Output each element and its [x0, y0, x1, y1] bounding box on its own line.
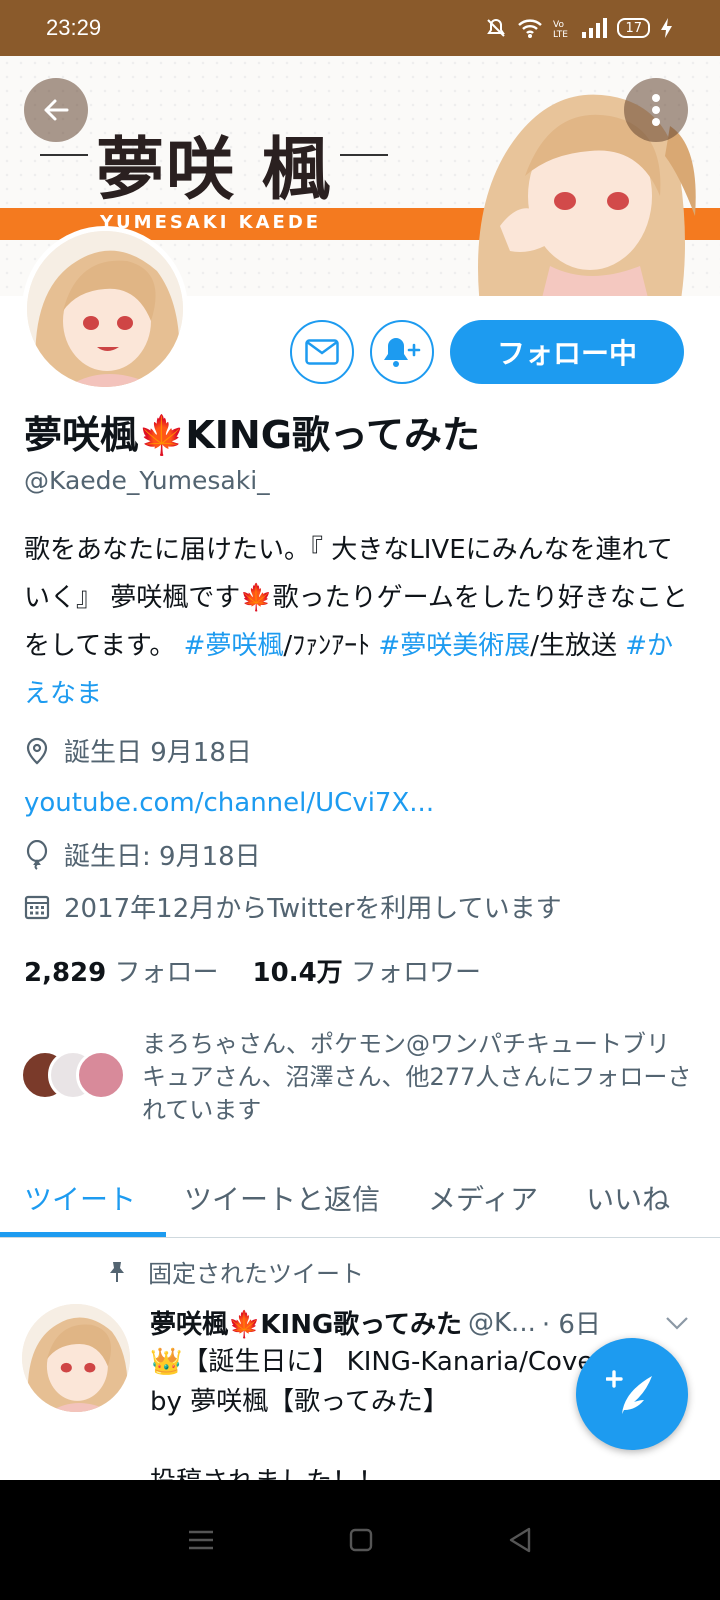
tab-likes[interactable]: いいね — [562, 1178, 694, 1218]
profile-website-link[interactable]: youtube.com/channel/UCvi7X... — [24, 788, 434, 818]
arrow-left-icon — [44, 99, 69, 121]
svg-text:Vo: Vo — [553, 20, 564, 30]
following-count[interactable]: 2,829 フォロー — [24, 952, 219, 989]
followers-label: フォロワー — [350, 958, 481, 988]
avatar-illustration — [22, 1304, 130, 1412]
battery-indicator: 17 — [617, 18, 650, 38]
following-button[interactable]: フォロー中 — [450, 320, 684, 384]
svg-text:LTE: LTE — [553, 30, 568, 39]
message-button[interactable] — [290, 320, 354, 384]
location-text: 誕生日 9月18日 — [64, 738, 252, 768]
bio-text: /生放送 — [530, 631, 626, 661]
chevron-down-icon[interactable] — [664, 1314, 690, 1332]
birthday-text: 誕生日: 9月18日 — [64, 842, 261, 872]
tweet-avatar[interactable] — [22, 1304, 130, 1412]
more-options-button[interactable] — [624, 78, 688, 142]
tweet-author-name[interactable]: 夢咲楓🍁KING歌ってみた — [150, 1304, 462, 1341]
following-label: フォロー — [114, 958, 219, 988]
pinned-text: 固定されたツイート — [148, 1260, 364, 1288]
signal-icon — [582, 18, 608, 38]
charging-icon — [661, 18, 672, 38]
profile-handle: @Kaede_Yumesaki_ — [24, 466, 270, 495]
location-pin-icon — [26, 737, 48, 764]
compose-feather-icon — [606, 1370, 652, 1414]
profile-birthday: 誕生日: 9月18日 — [24, 836, 261, 873]
tab-media[interactable]: メディア — [404, 1178, 562, 1218]
more-vertical-icon — [652, 94, 660, 126]
bio-text: /ﾌｧﾝｱｰﾄ — [283, 631, 379, 661]
avatar — [76, 1050, 126, 1100]
profile-bio: 歌をあなたに届けたい。『 大きなLIVEにみんなを連れていく』 夢咲楓です🍁歌っ… — [24, 526, 696, 718]
system-nav-bar — [0, 1480, 720, 1600]
profile-avatar[interactable] — [22, 226, 188, 392]
profile-display-name: 夢咲楓🍁KING歌ってみた — [24, 413, 480, 457]
tab-tweets-replies[interactable]: ツイートと返信 — [160, 1178, 404, 1218]
banner-subtitle: YUMESAKI KAEDE — [100, 212, 322, 233]
back-triangle-icon[interactable] — [507, 1526, 533, 1554]
known-follower-avatars — [20, 1050, 128, 1102]
status-bar: 23:29 Vo LTE 17 — [0, 0, 720, 56]
pin-icon — [110, 1261, 124, 1282]
bio-hashtag[interactable]: #夢咲楓 — [184, 631, 284, 661]
calendar-icon — [24, 895, 50, 919]
banner-dash-right — [340, 154, 388, 156]
menu-icon[interactable] — [187, 1528, 215, 1552]
avatar-illustration — [27, 231, 183, 387]
volte-icon: VoLTE — [553, 20, 568, 39]
profile-tabs: ツイート ツイートと返信 メディア いいね — [0, 1158, 720, 1238]
compose-tweet-button[interactable] — [576, 1338, 688, 1450]
banner-dash-left — [40, 154, 88, 156]
tweet-author-handle: @K... — [468, 1307, 536, 1338]
followers-number: 10.4万 — [252, 958, 343, 988]
status-time: 23:29 — [46, 15, 102, 40]
known-followers-text: まろちゃさん、ポケモン@ワンパチキュートブリキュアさん、沼澤さん、他277人さん… — [142, 1030, 692, 1124]
home-icon[interactable] — [348, 1527, 374, 1553]
status-icons: Vo LTE 17 — [485, 17, 674, 39]
tab-tweets[interactable]: ツイート — [0, 1178, 160, 1218]
notifications-button[interactable] — [370, 320, 434, 384]
joined-text: 2017年12月からTwitterを利用しています — [64, 894, 562, 924]
bio-hashtag[interactable]: #夢咲美術展 — [378, 631, 530, 661]
known-followers[interactable]: まろちゃさん、ポケモン@ワンパチキュートブリキュアさん、沼澤さん、他277人さん… — [20, 1028, 692, 1127]
pinned-tweet-label: 固定されたツイート — [106, 1254, 364, 1289]
mail-icon — [305, 339, 339, 365]
profile-location: 誕生日 9月18日 — [24, 732, 252, 769]
banner-title: 夢咲 楓 — [96, 130, 332, 210]
wifi-icon — [518, 19, 543, 38]
profile-joined: 2017年12月からTwitterを利用しています — [24, 888, 562, 925]
profile-actions: フォロー中 — [290, 320, 684, 384]
back-button[interactable] — [24, 78, 88, 142]
balloon-icon — [26, 839, 48, 870]
following-number: 2,829 — [24, 958, 107, 988]
followers-count[interactable]: 10.4万 フォロワー — [253, 952, 481, 989]
tweet-time: · 6日 — [541, 1310, 601, 1340]
bell-plus-icon — [384, 338, 421, 367]
follow-counts: 2,829 フォロー 10.4万 フォロワー — [24, 952, 481, 989]
tweet-header: 夢咲楓🍁KING歌ってみた @K... · 6日 — [150, 1304, 690, 1341]
mute-bell-icon — [487, 18, 506, 37]
active-tab-indicator — [0, 1232, 166, 1237]
